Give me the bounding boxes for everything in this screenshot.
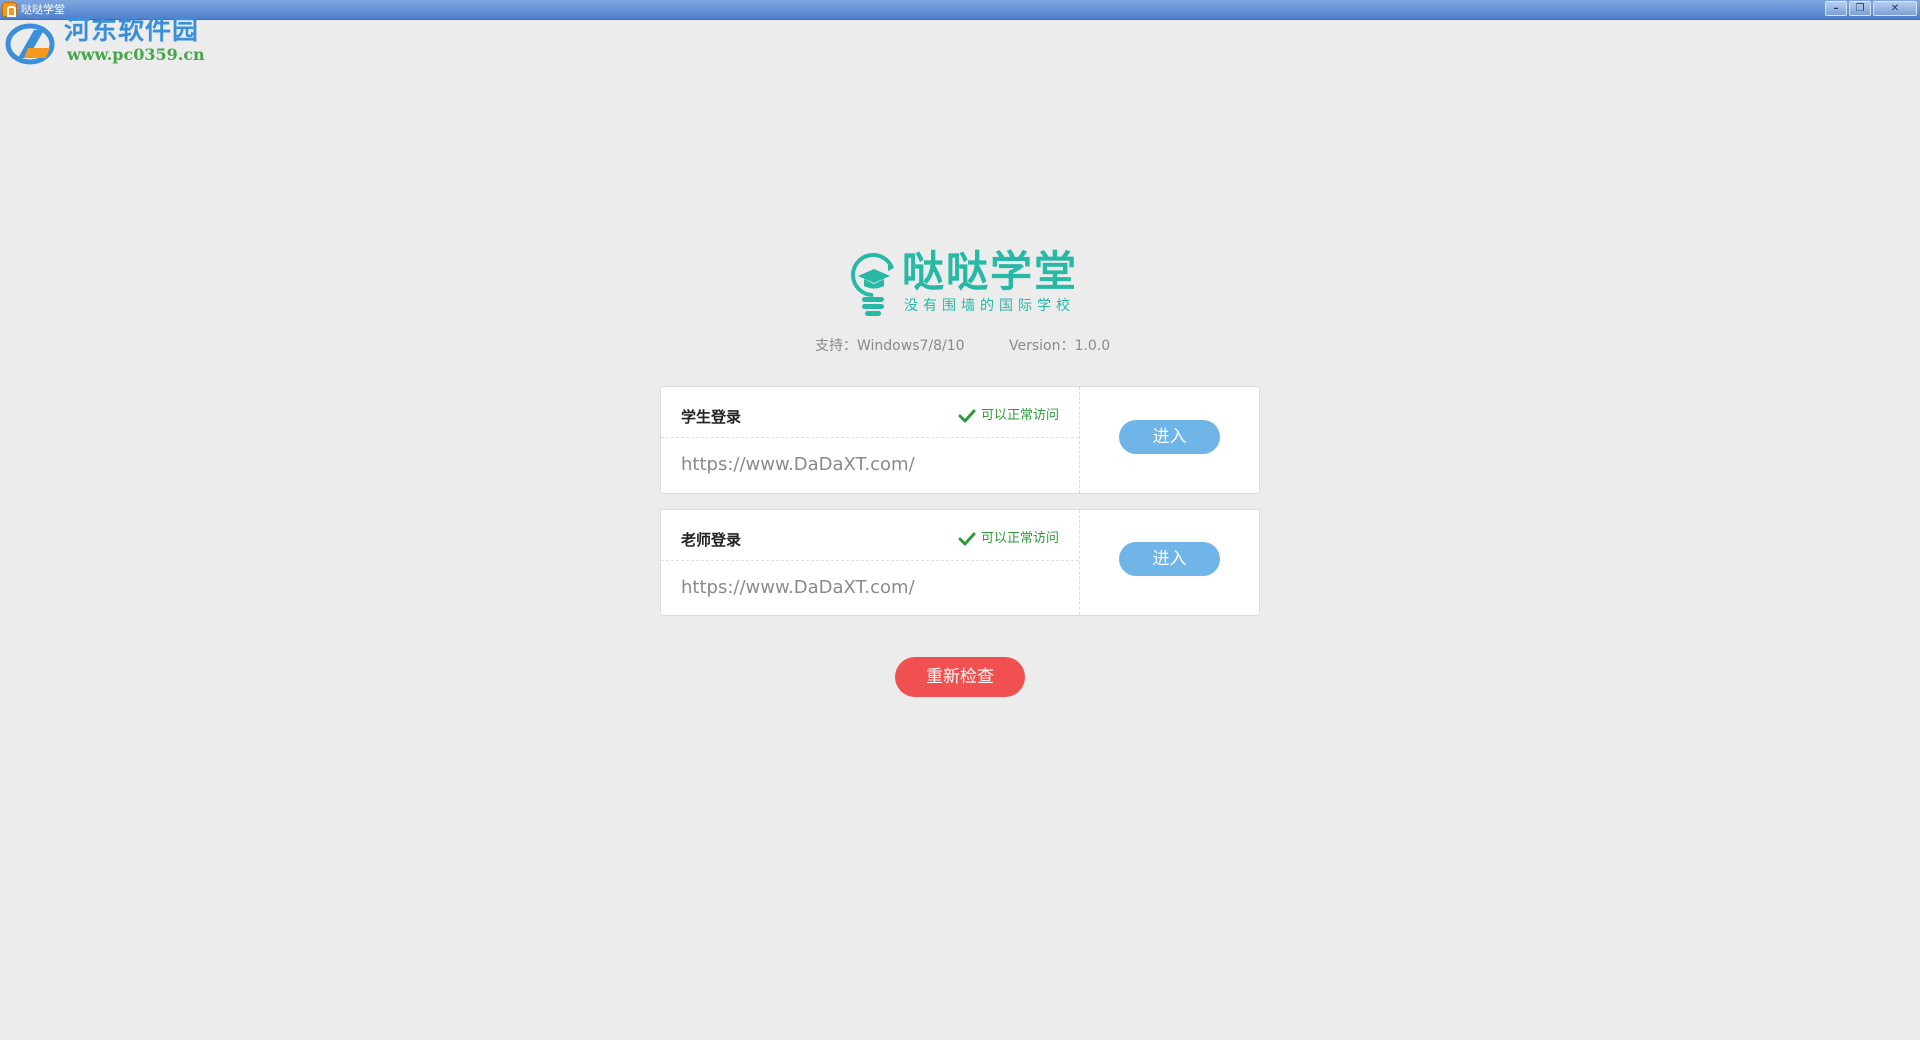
watermark-url: www.pc0359.cn [67, 45, 205, 64]
os-support-text: 支持：Windows7/8/10 [815, 338, 965, 354]
login-info-panel: 老师登录 可以正常访问 https://www.DaDaXT.com/ [661, 510, 1080, 615]
app-icon [2, 2, 17, 17]
close-button[interactable]: ✕ [1873, 1, 1917, 16]
watermark-logo-icon [5, 23, 55, 65]
status-indicator: 可以正常访问 [958, 530, 1059, 548]
student-login-card: 学生登录 可以正常访问 https://www.DaDaXT.com/ 进入 [660, 386, 1260, 494]
window-titlebar: 哒哒学堂 – ❐ ✕ [0, 0, 1920, 20]
brand-name: 哒哒学堂 [902, 247, 1079, 296]
status-text: 可以正常访问 [980, 531, 1059, 546]
recheck-button[interactable]: 重新检查 [895, 657, 1025, 697]
maximize-button[interactable]: ❐ [1849, 1, 1871, 16]
window-title: 哒哒学堂 [21, 3, 65, 16]
teacher-enter-button[interactable]: 进入 [1119, 542, 1220, 576]
status-indicator: 可以正常访问 [958, 407, 1059, 425]
login-url: https://www.DaDaXT.com/ [681, 577, 915, 598]
graduation-bulb-icon [851, 252, 894, 316]
check-icon [958, 532, 976, 546]
status-text: 可以正常访问 [980, 408, 1059, 423]
login-info-panel: 学生登录 可以正常访问 https://www.DaDaXT.com/ [661, 387, 1080, 493]
minimize-icon: – [1833, 3, 1839, 14]
login-url: https://www.DaDaXT.com/ [681, 454, 915, 475]
teacher-login-card: 老师登录 可以正常访问 https://www.DaDaXT.com/ 进入 [660, 509, 1260, 616]
login-label: 老师登录 [681, 531, 742, 549]
login-header: 老师登录 可以正常访问 [661, 510, 1079, 561]
close-icon: ✕ [1890, 3, 1900, 14]
watermark-title: 河东软件园 [64, 16, 200, 46]
brand-slogan: 没有围墙的国际学校 [904, 298, 1075, 314]
login-header: 学生登录 可以正常访问 [661, 387, 1079, 438]
login-label: 学生登录 [681, 408, 742, 426]
restore-icon: ❐ [1855, 3, 1865, 14]
student-enter-button[interactable]: 进入 [1119, 420, 1220, 454]
version-text: Version：1.0.0 [1009, 338, 1111, 354]
check-icon [958, 409, 976, 423]
minimize-button[interactable]: – [1825, 1, 1847, 16]
